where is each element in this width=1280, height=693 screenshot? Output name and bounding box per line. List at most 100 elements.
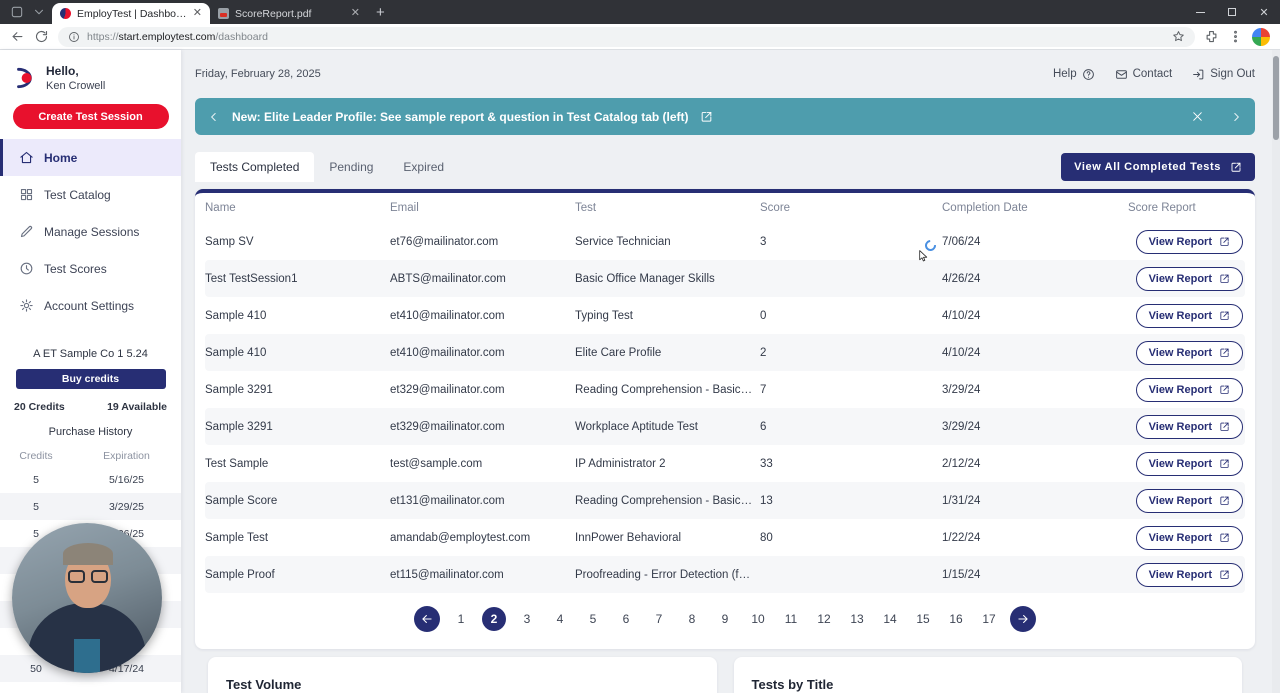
address-bar[interactable]: https://start.employtest.com/dashboard: [58, 26, 1195, 47]
page-4[interactable]: 4: [548, 607, 572, 631]
sidebar-item-home[interactable]: Home: [0, 139, 181, 176]
minimize-icon[interactable]: [1184, 0, 1216, 24]
banner-next-icon[interactable]: [1229, 110, 1243, 124]
page-8[interactable]: 8: [680, 607, 704, 631]
url-path: /dashboard: [215, 30, 268, 43]
page-scrollbar[interactable]: [1272, 50, 1280, 693]
results-table-body: Samp SV et76@mailinator.com Service Techni…: [205, 223, 1245, 593]
bookmark-star-icon[interactable]: [1172, 30, 1185, 43]
external-link-icon: [1219, 569, 1230, 580]
page-12[interactable]: 12: [812, 607, 836, 631]
cell-email: amandab@employtest.com: [390, 531, 531, 544]
extensions-puzzle-icon[interactable]: [1204, 29, 1219, 44]
page-14[interactable]: 14: [878, 607, 902, 631]
page-11[interactable]: 11: [779, 607, 803, 631]
url-scheme: https://: [87, 30, 119, 43]
browser-tab-dashboard[interactable]: EmployTest | Dashboard ✕: [52, 3, 210, 24]
create-test-session-button[interactable]: Create Test Session: [12, 104, 169, 129]
signout-link[interactable]: Sign Out: [1192, 68, 1255, 81]
page-10[interactable]: 10: [746, 607, 770, 631]
external-link-icon: [1219, 236, 1230, 247]
view-report-button[interactable]: View Report: [1135, 488, 1243, 513]
view-report-button[interactable]: View Report: [1135, 451, 1243, 476]
view-report-label: View Report: [1148, 531, 1212, 544]
profile-avatar[interactable]: [1252, 27, 1270, 46]
cell-email: et329@mailinator.com: [390, 383, 505, 396]
page-2[interactable]: 2: [482, 607, 506, 631]
tab-search-icon[interactable]: [32, 5, 46, 19]
banner-text: New: Elite Leader Profile: See sample re…: [232, 109, 689, 124]
company-name: A ET Sample Co 1 5.24: [33, 348, 148, 360]
browser-tab-scorereport[interactable]: ScoreReport.pdf ✕: [210, 3, 368, 24]
tab-expired[interactable]: Expired: [388, 152, 459, 182]
banner-external-link-icon[interactable]: [700, 110, 713, 123]
buy-credits-button[interactable]: Buy credits: [15, 369, 166, 389]
cell-score: 7: [760, 383, 767, 396]
page-17[interactable]: 17: [977, 607, 1001, 631]
view-report-button[interactable]: View Report: [1135, 562, 1243, 587]
view-report-label: View Report: [1148, 383, 1212, 396]
sidebar-item-test-scores[interactable]: Test Scores: [0, 250, 181, 287]
scrollbar-thumb[interactable]: [1273, 56, 1279, 140]
contact-link[interactable]: Contact: [1115, 68, 1173, 81]
page-15[interactable]: 15: [911, 607, 935, 631]
sidebar-item-manage-sessions[interactable]: Manage Sessions: [0, 213, 181, 250]
view-report-button[interactable]: View Report: [1135, 266, 1243, 291]
page-5[interactable]: 5: [581, 607, 605, 631]
view-report-button[interactable]: View Report: [1135, 377, 1243, 402]
cell-test: Reading Comprehension - Basic Skills: [575, 383, 760, 396]
view-report-label: View Report: [1148, 309, 1212, 322]
col-completion-date: Completion Date: [942, 202, 1028, 214]
cell-name: Test Sample: [205, 457, 269, 470]
view-report-button[interactable]: View Report: [1135, 340, 1243, 365]
view-report-button[interactable]: View Report: [1135, 229, 1243, 254]
page-16[interactable]: 16: [944, 607, 968, 631]
sidebar-item-label: Test Catalog: [44, 187, 111, 202]
tab-pending[interactable]: Pending: [314, 152, 388, 182]
browser-tab-strip: EmployTest | Dashboard ✕ ScoreReport.pdf…: [0, 0, 1280, 24]
cell-name: Sample Test: [205, 531, 269, 544]
page-3[interactable]: 3: [515, 607, 539, 631]
webcam-overlay[interactable]: [12, 523, 162, 673]
page-1[interactable]: 1: [449, 607, 473, 631]
external-link-icon: [1219, 347, 1230, 358]
external-link-icon: [1219, 458, 1230, 469]
page-13[interactable]: 13: [845, 607, 869, 631]
maximize-icon[interactable]: [1216, 0, 1248, 24]
banner-prev-icon[interactable]: [207, 110, 221, 124]
cell-score: 3: [760, 235, 767, 248]
view-all-completed-tests-button[interactable]: View All Completed Tests: [1061, 153, 1255, 181]
cell-score-report: View Report: [1128, 525, 1245, 550]
sidebar-item-test-catalog[interactable]: Test Catalog: [0, 176, 181, 213]
clock-icon: [19, 261, 34, 276]
new-tab-button[interactable]: +: [376, 5, 385, 20]
cell-completion-date: 1/22/24: [942, 531, 981, 544]
view-report-button[interactable]: View Report: [1135, 303, 1243, 328]
menu-dots-icon[interactable]: [1228, 29, 1243, 44]
tab-tests-completed[interactable]: Tests Completed: [195, 152, 315, 182]
page-9[interactable]: 9: [713, 607, 737, 631]
view-report-button[interactable]: View Report: [1135, 414, 1243, 439]
site-info-icon[interactable]: [68, 31, 80, 43]
table-row: Samp SV et76@mailinator.com Service Techni…: [205, 223, 1245, 260]
contact-label: Contact: [1132, 68, 1173, 80]
filter-tabs: Tests Completed Pending Expired View All…: [195, 152, 1255, 182]
sidebar-item-account-settings[interactable]: Account Settings: [0, 287, 181, 324]
tab-close-icon[interactable]: ✕: [193, 8, 202, 19]
tab-close-icon[interactable]: ✕: [351, 8, 360, 19]
greeting-text: Hello, Ken Crowell: [46, 64, 105, 92]
cell-completion-date: 7/06/24: [942, 235, 981, 248]
page-6[interactable]: 6: [614, 607, 638, 631]
help-link[interactable]: Help: [1053, 68, 1095, 81]
close-icon[interactable]: ✕: [1248, 0, 1280, 24]
header-links: Help Contact Sign Out: [1053, 68, 1255, 81]
back-icon[interactable]: [10, 29, 25, 44]
cell-score-report: View Report: [1128, 451, 1245, 476]
banner-close-icon[interactable]: [1191, 110, 1204, 123]
webcam-person-glasses: [91, 570, 108, 583]
refresh-icon[interactable]: [34, 29, 49, 44]
page-7[interactable]: 7: [647, 607, 671, 631]
pagination-prev-icon[interactable]: [414, 606, 440, 632]
pagination-next-icon[interactable]: [1010, 606, 1036, 632]
view-report-button[interactable]: View Report: [1135, 525, 1243, 550]
